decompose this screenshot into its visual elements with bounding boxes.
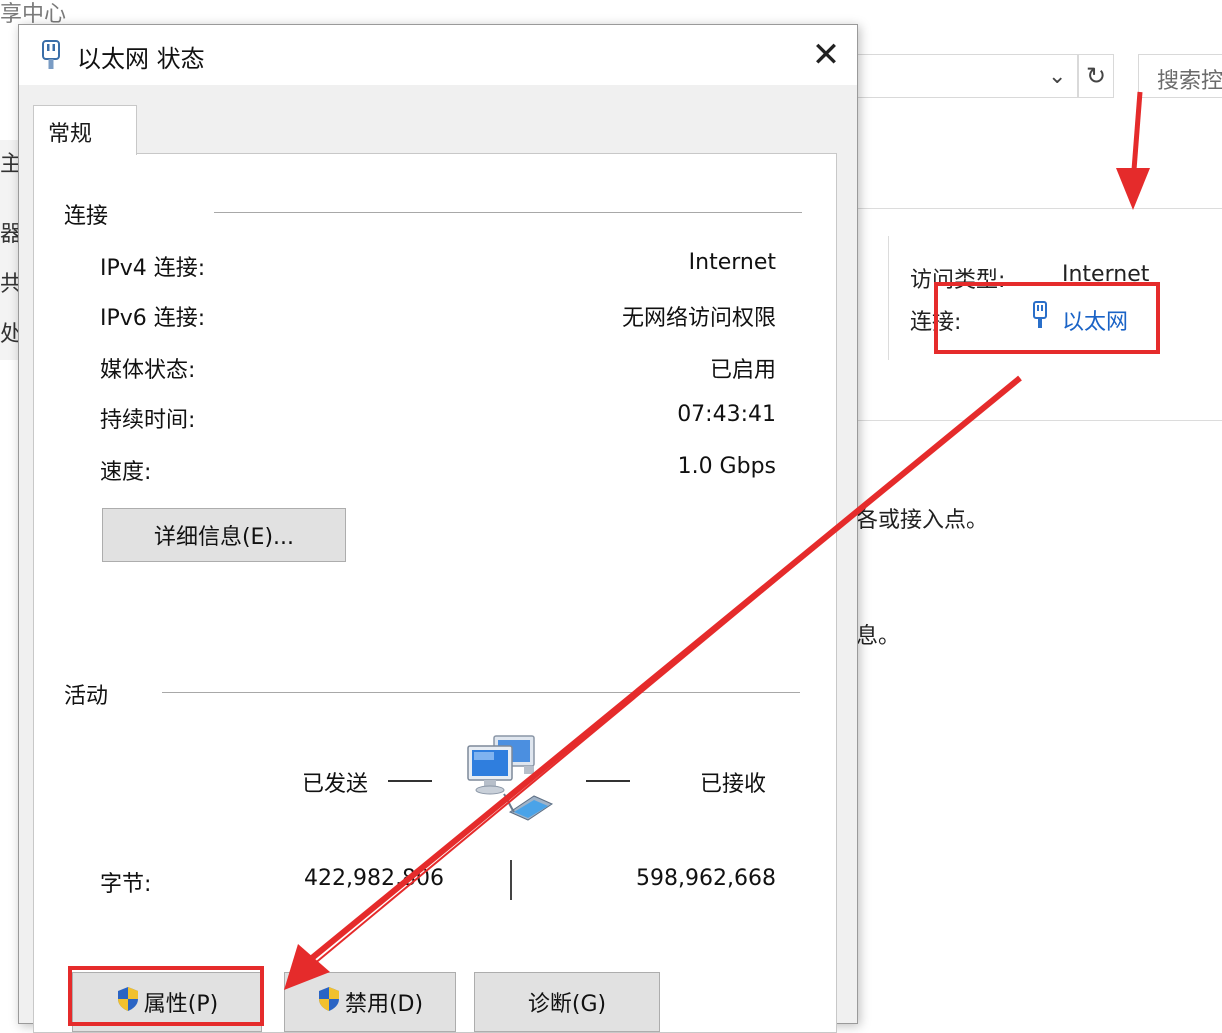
divider xyxy=(856,420,1222,421)
ethernet-status-dialog: 以太网 状态 ✕ 常规 连接 IPv4 连接: Internet IPv6 连接… xyxy=(18,24,858,1033)
media-state-label: 媒体状态: xyxy=(100,358,196,383)
access-type-label: 访问类型: xyxy=(910,268,1006,293)
ipv4-label: IPv4 连接: xyxy=(100,256,206,281)
details-button[interactable]: 详细信息(E)... xyxy=(102,508,346,562)
bytes-divider xyxy=(510,860,512,900)
speed-label: 速度: xyxy=(100,460,152,485)
received-dash xyxy=(586,780,630,782)
refresh-icon[interactable]: ↻ xyxy=(1078,54,1114,98)
connection-section-title: 连接 xyxy=(64,204,109,229)
disable-button[interactable]: 禁用(D) xyxy=(284,972,456,1032)
sidebar: 主 器 共 处 xyxy=(0,140,22,360)
divider xyxy=(888,236,889,360)
sent-dash xyxy=(388,780,432,782)
dialog-title: 以太网 状态 xyxy=(77,45,205,73)
ethernet-icon xyxy=(39,39,63,75)
general-tab-panel: 连接 IPv4 连接: Internet IPv6 连接: 无网络访问权限 媒体… xyxy=(33,153,837,1033)
divider xyxy=(856,208,1222,209)
section-divider xyxy=(214,212,802,213)
diagnose-button[interactable]: 诊断(G) xyxy=(474,972,660,1032)
duration-value: 07:43:41 xyxy=(677,402,776,427)
duration-label: 持续时间: xyxy=(100,408,196,433)
close-icon[interactable]: ✕ xyxy=(795,25,857,85)
ethernet-icon xyxy=(1030,300,1050,334)
ethernet-connection-link[interactable]: 以太网 xyxy=(1062,304,1128,336)
bytes-received-value: 598,962,668 xyxy=(636,866,776,891)
properties-button[interactable]: 属性(P) xyxy=(72,972,262,1032)
ipv6-value: 无网络访问权限 xyxy=(621,306,776,331)
section-divider xyxy=(162,692,800,693)
search-input[interactable]: 搜索控 xyxy=(1138,54,1222,98)
address-bar[interactable] xyxy=(856,54,1078,98)
access-type-value: Internet xyxy=(1062,262,1150,287)
connection-label: 连接: xyxy=(910,310,962,335)
network-computers-icon xyxy=(464,734,560,828)
tab-general[interactable]: 常规 xyxy=(33,105,137,155)
shield-icon xyxy=(116,986,140,1018)
received-label: 已接收 xyxy=(700,772,767,797)
speed-value: 1.0 Gbps xyxy=(677,454,776,479)
sent-label: 已发送 xyxy=(302,772,369,797)
background-text-fragment: 息。 xyxy=(856,624,901,649)
ipv4-value: Internet xyxy=(688,250,776,275)
media-state-value: 已启用 xyxy=(709,358,776,383)
chevron-down-icon[interactable]: ⌄ xyxy=(1048,64,1066,89)
properties-button-label: 属性(P) xyxy=(143,992,219,1017)
disable-button-label: 禁用(D) xyxy=(344,992,424,1017)
dialog-titlebar[interactable]: 以太网 状态 ✕ xyxy=(19,25,857,85)
bytes-sent-value: 422,982,806 xyxy=(304,866,444,891)
shield-icon xyxy=(317,986,341,1018)
bytes-label: 字节: xyxy=(100,872,152,897)
ipv6-label: IPv6 连接: xyxy=(100,306,206,331)
activity-section-title: 活动 xyxy=(64,684,109,709)
background-text-fragment: 各或接入点。 xyxy=(856,508,989,533)
